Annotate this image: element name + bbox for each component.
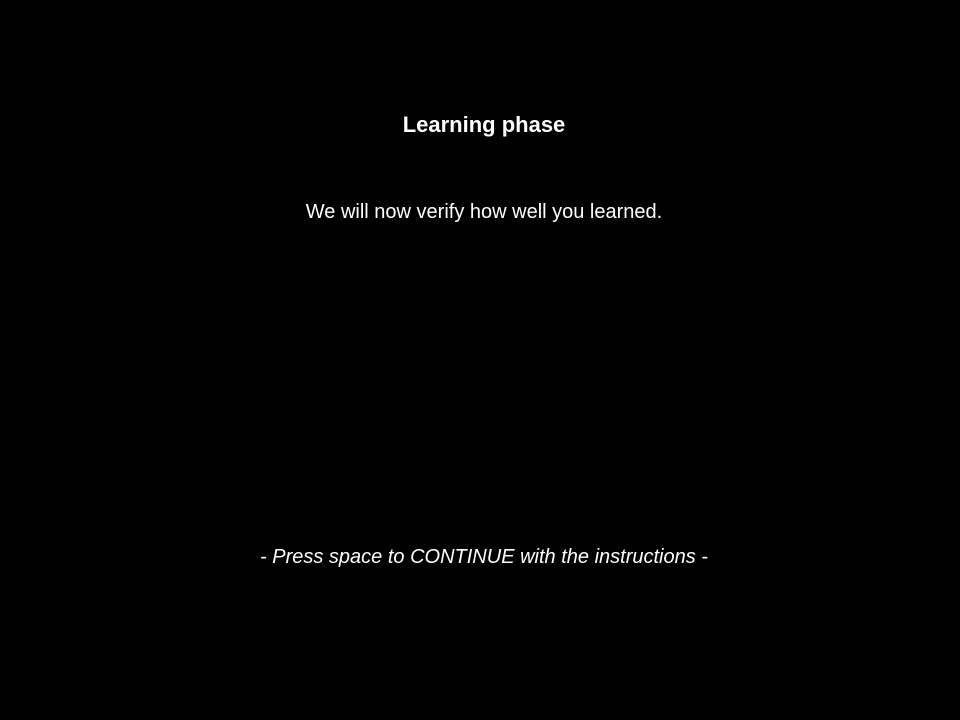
page-title: Learning phase	[402, 112, 566, 137]
instruction-message: We will now verify how well you learned.	[305, 201, 663, 223]
continue-prompt: - Press space to CONTINUE with the instr…	[260, 546, 708, 568]
instruction-screen: Learning phase We will now verify how we…	[0, 0, 960, 720]
